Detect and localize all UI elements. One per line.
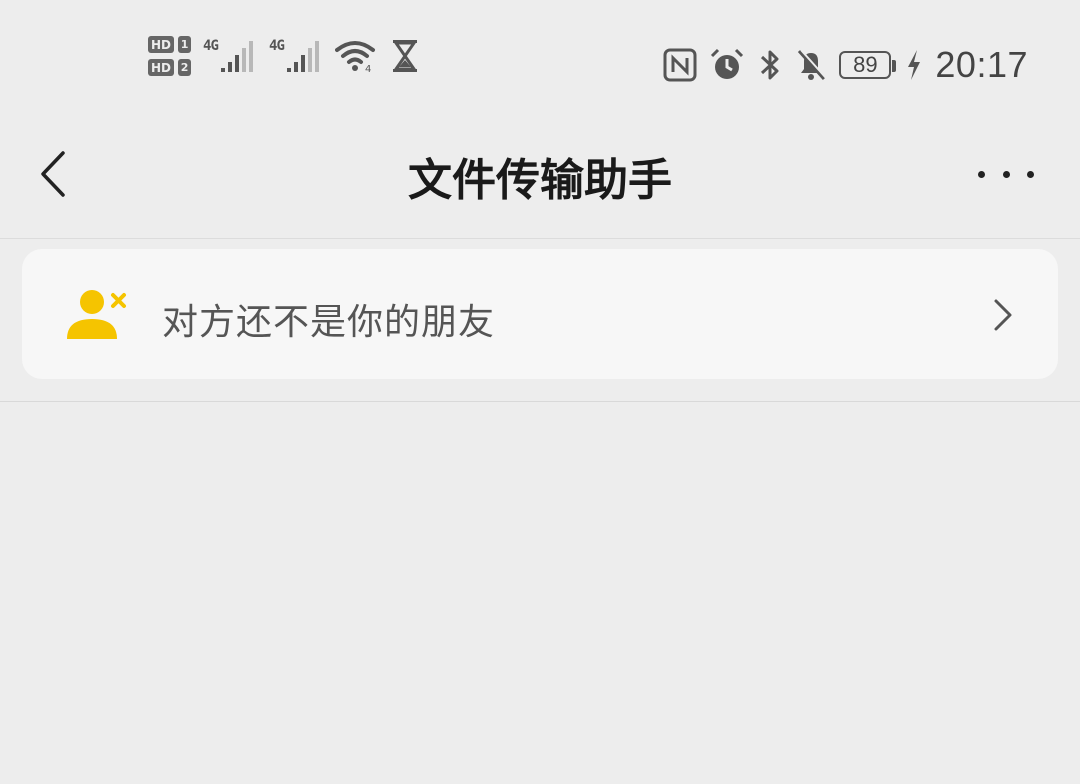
more-icon-dot — [1027, 170, 1034, 178]
sim2-number: 2 — [178, 59, 192, 76]
status-bar: HD 1 HD 2 4G 4G 4 89 20:17 — [0, 0, 1080, 120]
hd-badge: HD — [148, 59, 175, 76]
signal-2: 4G — [269, 38, 323, 74]
sim2-row: HD 2 — [148, 59, 192, 76]
user-remove-icon — [67, 290, 126, 339]
charging-icon — [908, 50, 921, 80]
more-icon — [978, 170, 985, 178]
chevron-right-icon — [994, 299, 1012, 331]
status-left: HD 1 HD 2 4G 4G 4 — [148, 36, 419, 76]
signal-1: 4G — [203, 38, 257, 74]
alarm-icon — [711, 48, 744, 79]
wifi-icon: 4 — [335, 41, 376, 74]
status-right: 89 20:17 — [663, 44, 1028, 86]
notifications-off-icon — [798, 49, 828, 80]
nfc-icon — [663, 48, 697, 82]
hourglass-icon — [393, 40, 418, 72]
content-divider — [0, 401, 1080, 402]
page-title: 文件传输助手 — [408, 155, 672, 206]
title-bar: 文件传输助手 — [0, 120, 1080, 238]
header-divider — [0, 238, 1080, 239]
sim1-row: HD 1 — [148, 36, 192, 53]
battery-indicator: 89 — [839, 51, 897, 79]
more-button[interactable] — [978, 158, 1034, 190]
more-icon-dot — [1002, 170, 1010, 178]
sim1-number: 1 — [178, 36, 192, 53]
wifi-sub-label: 4 — [365, 64, 371, 74]
hd-badge: HD — [148, 36, 175, 53]
signal-bars-icon — [287, 41, 320, 72]
sim-indicators: HD 1 HD 2 — [148, 36, 192, 76]
battery-level: 89 — [853, 52, 878, 77]
bluetooth-icon — [761, 50, 779, 80]
notice-text: 对方还不是你的朋友 — [162, 302, 496, 343]
not-friend-notice[interactable]: 对方还不是你的朋友 — [22, 249, 1058, 379]
signal-bars-icon — [221, 41, 254, 72]
clock: 20:17 — [935, 44, 1028, 85]
